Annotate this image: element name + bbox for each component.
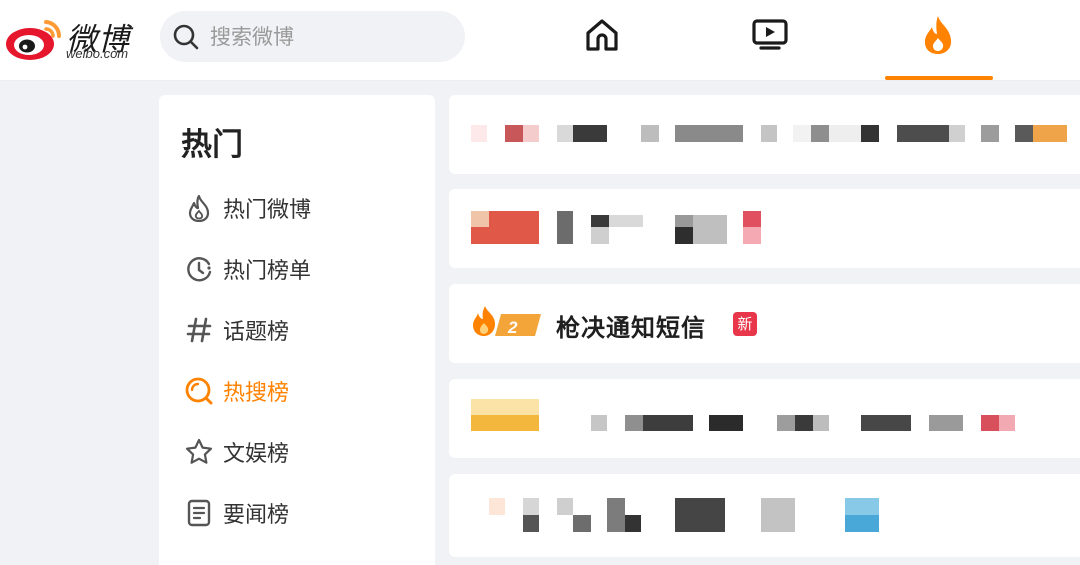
weibo-logo[interactable]: 微博 weibo.com bbox=[4, 10, 154, 66]
hashtag-icon bbox=[183, 314, 215, 346]
obscured-content bbox=[449, 189, 1080, 268]
hot-search-item-highlight[interactable]: 枪决通知短信 新 bbox=[449, 284, 1080, 363]
hot-search-item[interactable] bbox=[449, 474, 1080, 557]
sidebar-item-topics[interactable]: 话题榜 bbox=[183, 310, 423, 350]
obscured-content bbox=[449, 95, 1080, 174]
sidebar-item-label: 热搜榜 bbox=[223, 381, 290, 406]
sidebar-item-entertainment[interactable]: 文娱榜 bbox=[183, 432, 423, 472]
hot-search-item[interactable] bbox=[449, 189, 1080, 268]
sidebar-item-label: 要闻榜 bbox=[223, 503, 290, 528]
flame-icon bbox=[924, 16, 952, 54]
nav-hot-button[interactable] bbox=[908, 10, 968, 60]
flame-outline-icon bbox=[183, 192, 215, 224]
search-input[interactable] bbox=[210, 11, 450, 62]
hot-search-title: 枪决通知短信 bbox=[556, 314, 706, 342]
home-icon bbox=[586, 19, 618, 51]
search-icon bbox=[173, 24, 199, 50]
sidebar-item-label: 热门微博 bbox=[223, 198, 312, 223]
obscured-content bbox=[449, 379, 1080, 458]
sidebar-item-label: 热门榜单 bbox=[223, 259, 312, 284]
weibo-eye-logo-icon bbox=[6, 20, 62, 60]
hot-search-item[interactable] bbox=[449, 95, 1080, 174]
search-ring-icon bbox=[183, 375, 215, 407]
sidebar-item-label: 话题榜 bbox=[223, 320, 290, 345]
nav-video-button[interactable] bbox=[740, 10, 800, 60]
news-icon bbox=[183, 497, 215, 529]
search-box[interactable] bbox=[160, 11, 465, 62]
sidebar-item-hot-list[interactable]: 热门榜单 bbox=[183, 249, 423, 289]
obscured-content bbox=[449, 474, 1080, 557]
sidebar-item-label: 文娱榜 bbox=[223, 442, 290, 467]
logo-text-en: weibo.com bbox=[66, 46, 129, 61]
sidebar-title: 热门 bbox=[181, 127, 243, 163]
sidebar-item-hot-search[interactable]: 热搜榜 bbox=[183, 371, 423, 411]
new-badge: 新 bbox=[733, 312, 757, 336]
nav-home-button[interactable] bbox=[572, 10, 632, 60]
sidebar-item-hot-weibo[interactable]: 热门微博 bbox=[183, 188, 423, 228]
top-bar: 微博 weibo.com bbox=[0, 0, 1080, 80]
rank-number: 2 bbox=[508, 318, 518, 337]
top-bar-divider bbox=[0, 80, 1080, 81]
star-icon bbox=[183, 436, 215, 468]
hot-search-item[interactable] bbox=[449, 379, 1080, 458]
hot-sidebar: 热门 热门微博 热门榜单 话题榜 热搜榜 文娱榜 要闻榜 bbox=[159, 95, 435, 565]
video-icon bbox=[752, 19, 788, 50]
clock-icon bbox=[183, 253, 215, 285]
sidebar-item-news[interactable]: 要闻榜 bbox=[183, 493, 423, 533]
rank-flame-badge-icon bbox=[473, 306, 541, 336]
